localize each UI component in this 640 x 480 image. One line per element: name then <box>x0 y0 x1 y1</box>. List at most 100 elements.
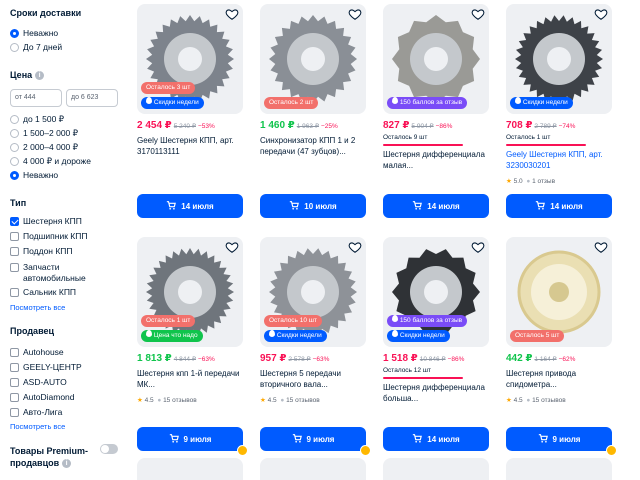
price-option[interactable]: 4 000 ₽ и дороже <box>10 156 91 167</box>
product-badge: Осталось 10 шт <box>264 315 322 327</box>
type-see-all-link[interactable]: Посмотреть все <box>10 303 65 312</box>
product-image[interactable] <box>260 458 366 480</box>
radio[interactable] <box>10 129 19 138</box>
heart-icon[interactable] <box>594 7 608 21</box>
heart-icon[interactable] <box>225 240 239 254</box>
type-option[interactable]: Сальник КПП <box>10 287 76 297</box>
radio-selected[interactable] <box>10 28 19 38</box>
checkbox-checked[interactable] <box>10 216 19 226</box>
delivery-button[interactable]: 9 июля <box>260 427 371 456</box>
comment-icon: ● <box>526 178 531 185</box>
delivery-button[interactable]: 14 июля <box>383 427 489 451</box>
delivery-button[interactable]: 9 июля <box>137 427 248 456</box>
product-image[interactable] <box>137 458 243 480</box>
product-card[interactable]: Осталось 2 шт 1 460 ₽1 963 ₽ −25% Синхрониз… <box>260 4 366 222</box>
product-title[interactable]: Шестерня дифференциала малая... <box>383 149 487 171</box>
checkbox[interactable] <box>10 263 19 272</box>
price-option[interactable]: до 1 500 ₽ <box>10 114 64 125</box>
heart-icon[interactable] <box>471 7 485 21</box>
radio[interactable] <box>10 42 19 52</box>
price-to-input[interactable]: до 6 623 <box>66 89 118 107</box>
old-price: 1 164 ₽ <box>534 356 557 363</box>
seller-option[interactable]: AutoDiamond <box>10 392 75 402</box>
checkbox[interactable] <box>10 392 19 402</box>
cart-icon <box>412 200 423 212</box>
delivery-option-any[interactable]: Неважно <box>10 28 58 38</box>
radio[interactable] <box>10 143 19 152</box>
checkbox[interactable] <box>10 407 19 417</box>
product-card[interactable]: 150 баллов за отзыв Скидки недели 1 518 ₽… <box>383 237 489 455</box>
coin-icon <box>237 445 248 456</box>
product-title[interactable]: Шестерня привода спидометра... <box>506 368 610 390</box>
seller-option[interactable]: Авто-Лига <box>10 407 62 417</box>
product-card[interactable]: Скидки недели 708 ₽2 789 ₽ −74% Осталось 1 … <box>506 4 612 222</box>
checkbox[interactable] <box>10 231 19 241</box>
old-price: 5 904 ₽ <box>411 123 434 130</box>
rating: ★ 4.5 ● 15 отзывов <box>137 397 197 404</box>
delivery-button[interactable]: 9 июля <box>506 427 617 456</box>
current-price: 708 ₽ <box>506 120 533 131</box>
product-card[interactable]: 150 баллов за отзыв 827 ₽5 904 ₽ −86% Остал… <box>383 4 489 222</box>
stock-bar <box>506 144 586 146</box>
discount-percent: −63% <box>312 356 330 363</box>
price-option[interactable]: 2 000–4 000 ₽ <box>10 142 78 153</box>
price-option-any[interactable]: Неважно <box>10 170 58 180</box>
current-price: 1 460 ₽ <box>260 120 295 131</box>
seller-option[interactable]: ASD-AUTO <box>10 377 67 387</box>
radio[interactable] <box>10 115 19 124</box>
product-title[interactable]: Шестерня 5 передачи вторичного вала... <box>260 368 364 390</box>
heart-icon[interactable] <box>594 240 608 254</box>
checkbox[interactable] <box>10 362 19 372</box>
cart-icon <box>166 200 177 212</box>
type-option[interactable]: Запчасти автомобильные <box>10 262 93 284</box>
seller-option[interactable]: Autohouse <box>10 347 64 357</box>
delivery-button[interactable]: 14 июля <box>506 194 612 218</box>
old-price: 5 240 ₽ <box>173 123 196 130</box>
product-title[interactable]: Шестерня кпп 1-й передачи МК... <box>137 368 241 390</box>
info-icon[interactable]: i <box>35 71 45 81</box>
flame-icon <box>146 97 152 104</box>
product-card[interactable]: Осталось 3 шт Скидки недели 2 454 ₽5 240 … <box>137 4 243 222</box>
product-title[interactable]: Geely Шестерня КПП, арт. 3170113111 <box>137 135 241 157</box>
current-price: 2 454 ₽ <box>137 120 172 131</box>
checkbox[interactable] <box>10 347 19 357</box>
checkbox[interactable] <box>10 246 19 256</box>
seller-option[interactable]: GEELY-ЦЕНТР <box>10 362 82 372</box>
heart-icon[interactable] <box>225 7 239 21</box>
seller-see-all-link[interactable]: Посмотреть все <box>10 422 65 431</box>
discount-percent: −86% <box>435 123 453 130</box>
heart-icon[interactable] <box>471 240 485 254</box>
info-icon[interactable]: i <box>62 459 72 469</box>
delivery-button[interactable]: 14 июля <box>137 194 243 218</box>
stock-left: Осталось 12 шт <box>383 367 431 374</box>
product-card[interactable]: Осталось 10 шт Скидки недели 957 ₽2 578 ₽… <box>260 237 371 456</box>
product-title[interactable]: Шестерня дифференциала больша... <box>383 382 487 404</box>
delivery-button[interactable]: 14 июля <box>383 194 489 218</box>
radio-selected[interactable] <box>10 170 19 180</box>
price-row: 442 ₽1 164 ₽ −62% <box>506 353 575 364</box>
product-image[interactable] <box>506 458 612 480</box>
heart-icon[interactable] <box>348 7 362 21</box>
price-option[interactable]: 1 500–2 000 ₽ <box>10 128 78 139</box>
product-image[interactable] <box>383 458 489 480</box>
product-card[interactable]: Осталось 1 шт Цена что надо 1 813 ₽4 844 … <box>137 237 248 456</box>
heart-icon[interactable] <box>348 240 362 254</box>
stock-left: Осталось 9 шт <box>383 134 428 141</box>
premium-toggle[interactable] <box>100 444 118 454</box>
price-from-input[interactable]: от 444 <box>10 89 62 107</box>
flame-icon <box>392 330 398 337</box>
product-title[interactable]: Geely Шестерня КПП, арт. 3230030201 <box>506 149 610 171</box>
delivery-button[interactable]: 10 июля <box>260 194 366 218</box>
product-card[interactable]: Осталось 5 шт 442 ₽1 164 ₽ −62% Шестерня пр… <box>506 237 617 456</box>
thumb-icon <box>146 330 152 337</box>
type-option[interactable]: Подшипник КПП <box>10 231 87 241</box>
stock-bar <box>383 377 463 379</box>
product-badge: Скидки недели <box>387 330 450 342</box>
checkbox[interactable] <box>10 377 19 387</box>
checkbox[interactable] <box>10 287 19 297</box>
type-option[interactable]: Поддон КПП <box>10 246 73 256</box>
product-title[interactable]: Синхронизатор КПП 1 и 2 передачи (47 зуб… <box>260 135 364 157</box>
delivery-option-7days[interactable]: До 7 дней <box>10 42 62 52</box>
type-option-gear[interactable]: Шестерня КПП <box>10 216 82 226</box>
radio[interactable] <box>10 157 19 166</box>
